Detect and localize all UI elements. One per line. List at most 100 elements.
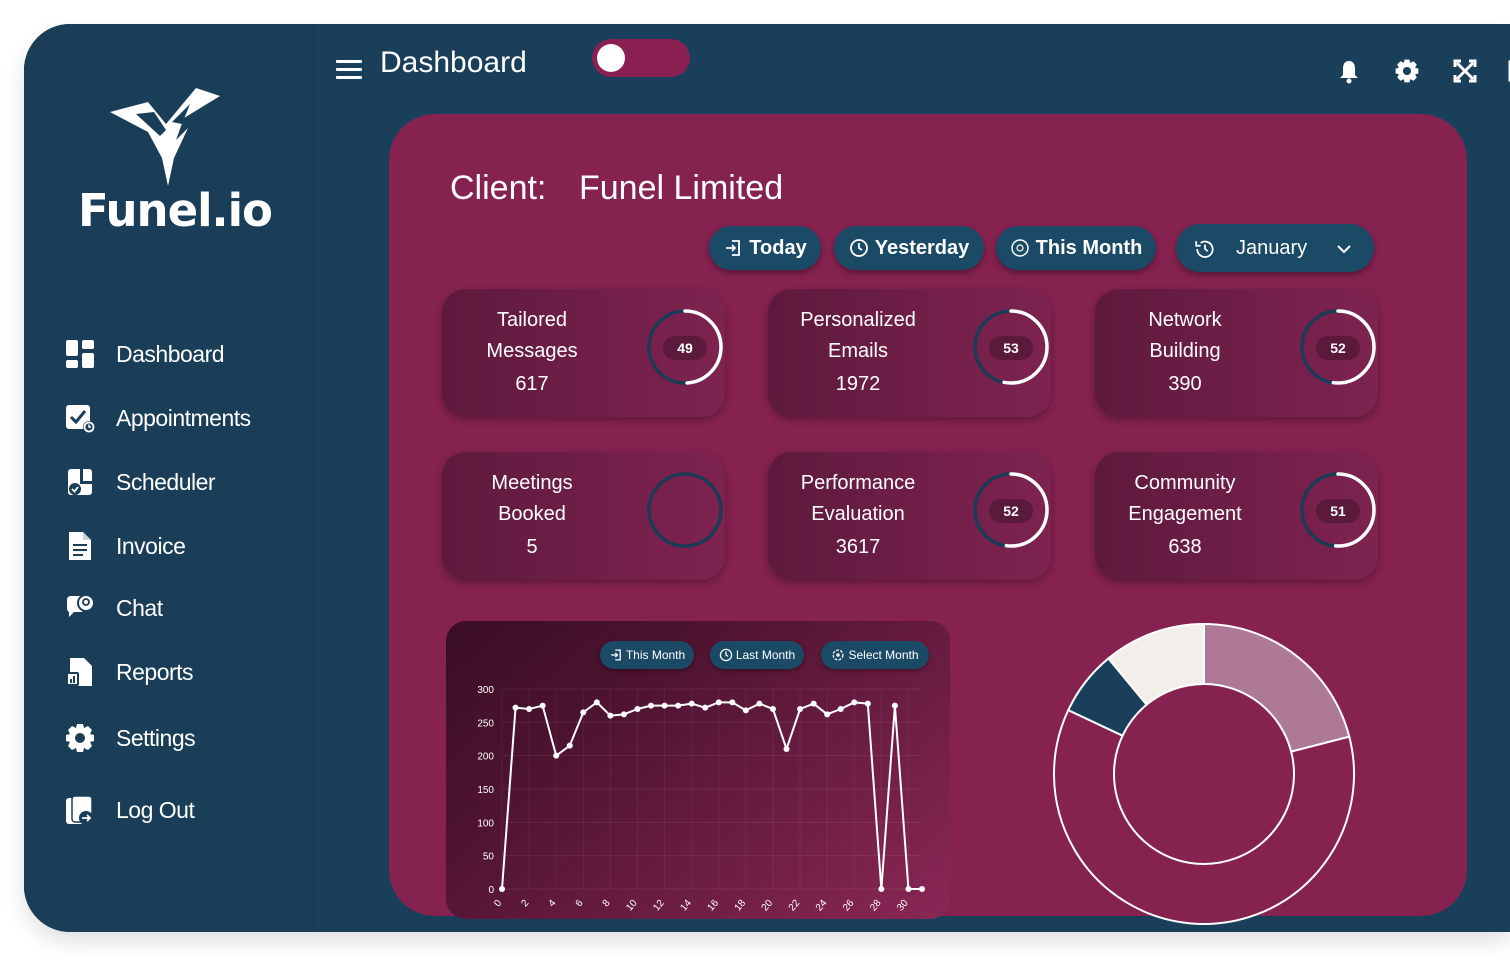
stat-card-network-building: Network Building 390 52	[1095, 289, 1378, 417]
yesterday-button[interactable]: Yesterday	[834, 226, 984, 270]
sidebar-item-label: Invoice	[116, 532, 186, 559]
stat-card-personalized-emails: Personalized Emails 1972 53	[768, 289, 1051, 417]
data-point	[729, 699, 736, 706]
data-point	[742, 707, 749, 714]
data-point	[824, 711, 831, 718]
x-tick-label: 0	[492, 898, 504, 910]
bell-icon[interactable]	[1336, 58, 1362, 84]
progress-ring	[647, 472, 723, 548]
today-button[interactable]: Today	[709, 226, 821, 270]
sidebar-item-reports[interactable]: Reports	[64, 650, 304, 694]
sidebar-item-label: Settings	[116, 724, 196, 751]
history-icon	[1195, 240, 1214, 258]
x-tick-label: 10	[624, 898, 640, 914]
today-label: Today	[749, 236, 807, 259]
sidebar-item-appointments[interactable]: Appointments	[64, 396, 304, 440]
data-point	[837, 706, 844, 712]
stat-badge: 52	[989, 499, 1033, 523]
menu-icon[interactable]	[336, 60, 362, 82]
chart-this-month-label: This Month	[625, 648, 686, 662]
logout-icon[interactable]	[1506, 58, 1510, 84]
data-point	[648, 702, 655, 709]
stat-value: 1972	[835, 373, 881, 395]
x-tick-label: 12	[651, 898, 667, 914]
data-point	[593, 699, 600, 706]
this-month-button[interactable]: This Month	[996, 226, 1156, 270]
stat-title: Meetings	[491, 472, 573, 494]
stat-badge: 49	[663, 336, 707, 360]
page-title: Dashboard	[380, 46, 527, 79]
data-point	[810, 700, 817, 707]
target-icon	[832, 649, 844, 661]
data-point	[702, 704, 709, 711]
month-select[interactable]: January	[1176, 224, 1374, 272]
theme-toggle[interactable]	[592, 39, 690, 77]
top-bar: Dashboard	[314, 24, 1510, 114]
brand-name: Funel.io	[78, 184, 273, 237]
sidebar-item-settings[interactable]: Settings	[64, 716, 304, 760]
x-tick-label: 28	[868, 898, 884, 914]
login-arrow-icon	[726, 240, 741, 256]
data-point	[675, 702, 682, 709]
chart-this-month-button[interactable]: This Month	[600, 641, 694, 669]
main-panel: Client: Funel Limited Today Yesterday Th…	[389, 114, 1467, 925]
y-tick-label: 250	[477, 718, 494, 729]
chart-last-month-button[interactable]: Last Month	[710, 641, 804, 669]
chart-select-month-button[interactable]: Select Month	[821, 641, 929, 669]
data-point	[580, 709, 587, 716]
appointments-icon	[66, 405, 95, 433]
stat-badge: 51	[1316, 499, 1360, 523]
data-point	[891, 702, 898, 709]
data-point	[769, 706, 776, 712]
sidebar-item-scheduler[interactable]: Scheduler	[64, 460, 304, 504]
sidebar-item-label: Dashboard	[116, 340, 225, 367]
y-tick-label: 0	[488, 885, 494, 896]
data-point	[634, 706, 641, 712]
stat-value: 3617	[835, 536, 881, 558]
stat-card-tailored-messages: Tailored Messages 617 49	[442, 289, 725, 417]
data-point	[499, 886, 505, 892]
sidebar-item-dashboard[interactable]: Dashboard	[64, 332, 304, 376]
funel-logo-icon	[110, 88, 220, 186]
stat-badge: 52	[1316, 336, 1360, 360]
x-tick-label: 4	[546, 898, 558, 910]
y-tick-label: 50	[483, 852, 495, 863]
chart-last-month-label: Last Month	[735, 648, 796, 662]
data-point	[756, 700, 763, 707]
history-icon	[849, 239, 868, 257]
stat-title: Tailored	[496, 309, 568, 331]
data-point	[553, 752, 560, 759]
fullscreen-icon[interactable]	[1452, 58, 1478, 84]
calendar-circle-icon	[1010, 239, 1029, 257]
stat-badge: 53	[989, 336, 1033, 360]
data-point	[878, 886, 885, 892]
x-tick-label: 18	[733, 898, 749, 914]
sidebar-item-chat[interactable]: Chat	[64, 586, 304, 630]
stat-value: 638	[1168, 536, 1202, 558]
stat-title: Personalized	[800, 309, 916, 331]
sidebar-item-invoice[interactable]: Invoice	[64, 524, 304, 568]
login-arrow-icon	[610, 649, 621, 661]
donut-slice	[1203, 622, 1351, 753]
data-point	[715, 699, 722, 706]
toggle-knob	[597, 44, 625, 72]
gear-icon[interactable]	[1394, 58, 1420, 84]
this-month-label: This Month	[1035, 236, 1143, 259]
stat-title: Building	[1149, 340, 1221, 362]
invoice-icon	[69, 532, 91, 560]
reports-icon	[66, 658, 92, 686]
x-tick-label: 20	[760, 898, 776, 914]
chevron-down-icon	[1337, 245, 1351, 254]
stat-card-community-engagement: Community Engagement 638 51	[1095, 452, 1378, 580]
sidebar-item-logout[interactable]: Log Out	[64, 788, 304, 832]
data-point	[688, 700, 695, 707]
x-tick-label: 16	[705, 898, 721, 914]
dashboard-icon	[66, 340, 94, 368]
data-point	[783, 746, 790, 752]
line-chart-card: 0 50 100 150 200 250 300 0 2 4 6 8 10 12 14 16 18 20 22 24 2…	[446, 621, 950, 919]
sidebar-item-label: Appointments	[116, 404, 251, 431]
x-tick-label: 2	[519, 898, 531, 910]
x-tick-label: 8	[601, 898, 613, 910]
stat-card-meetings-booked: Meetings Booked 5	[442, 452, 725, 580]
stat-title: Network	[1148, 309, 1222, 331]
